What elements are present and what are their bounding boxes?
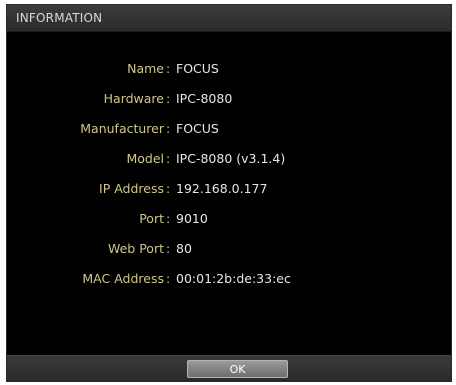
dialog-titlebar: INFORMATION (7, 5, 451, 32)
info-value-port: 9010 (176, 211, 208, 226)
info-value-ip-address: 192.168.0.177 (176, 181, 268, 196)
info-value-name: FOCUS (176, 61, 219, 76)
info-separator: : (166, 91, 171, 106)
info-row-model: Model : IPC-8080 (v3.1.4) (7, 151, 453, 181)
info-label-web-port: Web Port (107, 241, 164, 256)
info-row-ip-address: IP Address : 192.168.0.177 (7, 181, 453, 211)
info-label-name: Name (127, 61, 164, 76)
info-separator: : (166, 241, 171, 256)
info-label-model: Model (126, 151, 164, 166)
info-value-web-port: 80 (176, 241, 192, 256)
dialog-footer: OK (7, 355, 451, 381)
info-separator: : (166, 211, 171, 226)
info-label-port: Port (139, 211, 164, 226)
dialog-title: INFORMATION (16, 11, 103, 25)
information-dialog: INFORMATION Name : FOCUS Hardware : IPC-… (6, 4, 452, 382)
info-separator: : (166, 181, 171, 196)
info-row-mac-address: MAC Address : 00:01:2b:de:33:ec (7, 271, 453, 301)
info-separator: : (166, 121, 171, 136)
info-separator: : (166, 151, 171, 166)
info-row-manufacturer: Manufacturer : FOCUS (7, 121, 453, 151)
info-label-hardware: Hardware (103, 91, 164, 106)
info-table: Name : FOCUS Hardware : IPC-8080 Manufac… (7, 61, 453, 301)
info-separator: : (166, 271, 171, 286)
info-value-hardware: IPC-8080 (176, 91, 233, 106)
info-value-manufacturer: FOCUS (176, 121, 219, 136)
info-label-ip-address: IP Address (99, 181, 164, 196)
info-separator: : (166, 61, 171, 76)
info-row-name: Name : FOCUS (7, 61, 453, 91)
info-row-web-port: Web Port : 80 (7, 241, 453, 271)
info-row-port: Port : 9010 (7, 211, 453, 241)
info-row-hardware: Hardware : IPC-8080 (7, 91, 453, 121)
ok-button[interactable]: OK (187, 360, 288, 378)
info-value-model: IPC-8080 (v3.1.4) (176, 151, 286, 166)
info-label-mac-address: MAC Address (82, 271, 164, 286)
info-value-mac-address: 00:01:2b:de:33:ec (176, 271, 291, 286)
info-label-manufacturer: Manufacturer (80, 121, 164, 136)
